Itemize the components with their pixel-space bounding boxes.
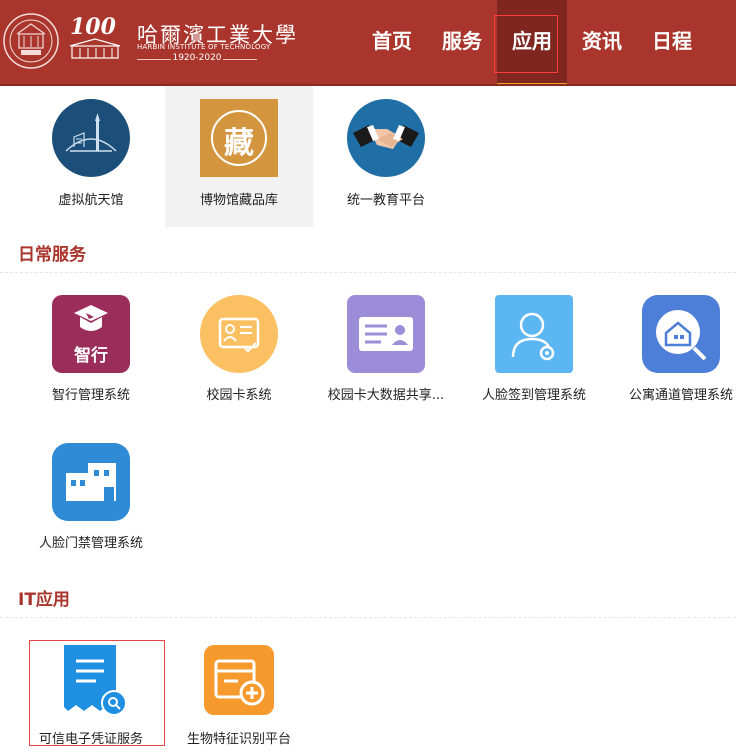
section-title-it-apps: IT应用 (18, 590, 70, 610)
face-checkin-icon (495, 295, 573, 373)
app-tile-museum-collection[interactable]: 藏 博物馆藏品库 (165, 86, 313, 227)
app-label: 智行管理系统 (51, 388, 130, 403)
app-tile-face-checkin[interactable]: 人脸签到管理系统 (460, 282, 608, 417)
app-label: 校园卡系统 (206, 388, 272, 403)
app-tile-campus-card[interactable]: 校园卡系统 (165, 282, 313, 417)
app-tile-unified-education[interactable]: 统一教育平台 (312, 86, 460, 227)
building-sketch-icon (69, 38, 121, 59)
app-tile-face-access-control[interactable]: 人脸门禁管理系统 (17, 430, 165, 565)
nav-news[interactable]: 资讯 (567, 0, 637, 86)
nav-focus-outline (494, 15, 558, 73)
museum-collection-icon: 藏 (200, 99, 278, 177)
top-header: 100 哈爾濱工業大學 HARBIN INSTITUTE OF TECHNOLO… (0, 0, 736, 86)
app-tile-virtual-space-museum[interactable]: 虚拟航天馆 (17, 86, 165, 227)
app-tile-biometric-platform[interactable]: 生物特征识别平台 (165, 628, 313, 748)
building-icon (52, 443, 130, 521)
app-label: 校园卡大数据共享... (327, 388, 445, 403)
app-label: 公寓通道管理系统 (628, 388, 733, 403)
hit-emblem-logo[interactable] (2, 12, 60, 70)
handshake-icon (347, 99, 425, 177)
section-divider (0, 272, 736, 273)
app-label: 生物特征识别平台 (186, 732, 291, 747)
nav-services[interactable]: 服务 (427, 0, 497, 86)
centennial-number: 100 (70, 14, 116, 40)
app-tile-campus-card-bigdata[interactable]: 校园卡大数据共享... (312, 282, 460, 417)
biometric-add-icon (204, 645, 274, 715)
apartment-search-icon (642, 295, 720, 373)
centennial-badge: 100 (66, 14, 124, 64)
app-label: 博物馆藏品库 (199, 193, 278, 208)
nav-schedule[interactable]: 日程 (637, 0, 707, 86)
campus-card-icon (200, 295, 278, 373)
app-tile-zhixing[interactable]: 智行 智行管理系统 (17, 282, 165, 417)
app-label: 人脸门禁管理系统 (38, 536, 143, 551)
section-divider (0, 617, 736, 618)
id-card-icon (347, 295, 425, 373)
app-tile-apartment-access[interactable]: 公寓通道管理系统 (607, 282, 736, 417)
zhixing-icon: 智行 (52, 295, 130, 373)
section-title-daily-services: 日常服务 (18, 245, 86, 265)
nav-home[interactable]: 首页 (357, 0, 427, 86)
space-museum-icon (52, 99, 130, 177)
app-label: 人脸签到管理系统 (481, 388, 586, 403)
app-label: 统一教育平台 (346, 193, 425, 208)
app-label: 虚拟航天馆 (58, 193, 124, 208)
logo-years: 1920-2020 (137, 53, 257, 63)
logo-english-name: HARBIN INSTITUTE OF TECHNOLOGY (137, 43, 271, 51)
selected-app-outline (29, 640, 165, 746)
